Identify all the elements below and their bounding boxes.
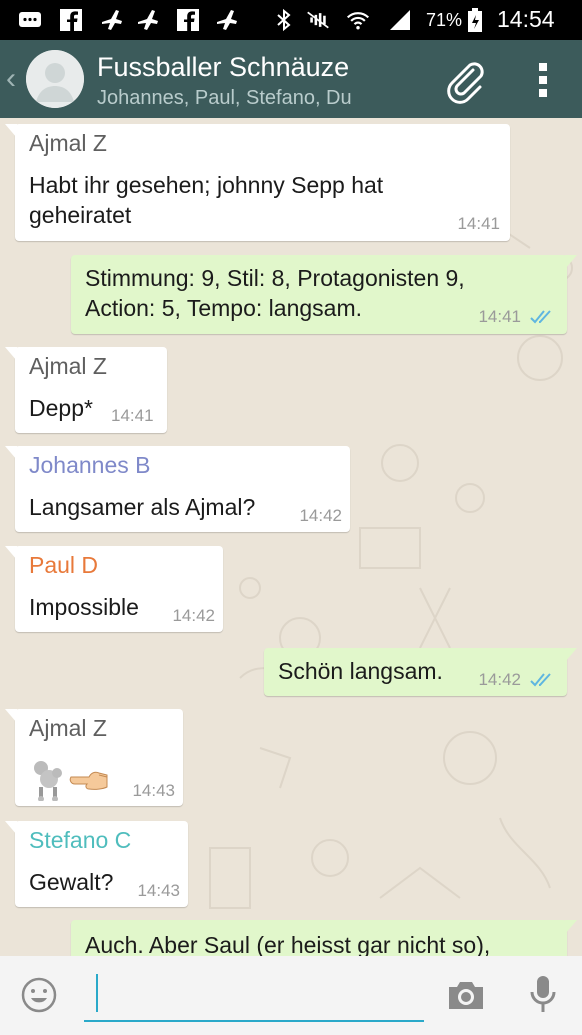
sender-name: Stefano C	[29, 827, 132, 853]
battery-percent: 71%	[426, 10, 463, 30]
message-bubble-incoming[interactable]: Ajmal Z Depp* 14:41	[5, 347, 167, 433]
facebook-icon	[60, 9, 82, 31]
chat-participants[interactable]: Johannes, Paul, Stefano, Du	[97, 87, 352, 110]
clock: 14:54	[497, 6, 555, 32]
overflow-menu-icon[interactable]	[528, 60, 558, 100]
message-text-line: geheiratet	[29, 202, 132, 228]
message-text-line: Gewalt?	[29, 869, 114, 895]
chat-header: ‹ Fussballer Schnäuze Johannes, Paul, St…	[0, 40, 582, 118]
messages-icon	[19, 12, 41, 27]
flight-icon	[102, 10, 122, 30]
message-text-line: Impossible	[29, 594, 139, 620]
message-timestamp: 14:43	[132, 781, 175, 800]
compose-bar	[0, 956, 582, 1035]
person-placeholder-icon	[26, 50, 84, 108]
sender-name: Ajmal Z	[29, 715, 107, 741]
status-bar: 71% 14:54	[0, 0, 582, 40]
message-timestamp: 14:41	[111, 406, 154, 425]
wifi-icon	[346, 12, 370, 30]
message-text-line: Depp*	[29, 395, 93, 421]
sender-name: Paul D	[29, 552, 99, 578]
message-text-line: Stimmung: 9, Stil: 8, Protagonisten 9,	[85, 265, 465, 291]
message-text-line: Auch. Aber Saul (er heisst gar nicht so)…	[85, 932, 491, 956]
flight-icon	[138, 10, 158, 30]
message-text-line: Action: 5, Tempo: langsam.	[85, 295, 362, 321]
mute-icon	[307, 11, 329, 29]
message-timestamp: 14:41	[457, 214, 500, 233]
poodle-emoji	[34, 761, 62, 801]
emoji-icon[interactable]	[20, 976, 58, 1014]
message-text-line: Schön langsam.	[278, 658, 443, 684]
message-bubble-incoming[interactable]: Paul D Impossible 14:42	[5, 546, 223, 632]
message-timestamp: 14:42	[478, 670, 521, 689]
message-timestamp: 14:42	[299, 506, 342, 525]
sender-name: Johannes B	[29, 452, 151, 478]
sender-name: Ajmal Z	[29, 130, 107, 156]
text-cursor	[96, 974, 98, 1012]
sender-name: Ajmal Z	[29, 353, 107, 379]
message-bubble-outgoing[interactable]: Schön langsam. 14:42	[264, 648, 577, 696]
message-bubble-incoming[interactable]: Stefano C Gewalt? 14:43	[5, 821, 188, 907]
message-timestamp: 14:42	[172, 606, 215, 625]
message-timestamp: 14:43	[137, 881, 180, 900]
message-input[interactable]	[84, 966, 424, 1022]
paperclip-icon[interactable]	[440, 56, 488, 104]
message-bubble-incoming[interactable]: Ajmal Z Habt ihr gesehen; johnny Sepp ha…	[5, 124, 510, 241]
facebook-icon	[177, 9, 199, 31]
pointing-left-hand-emoji	[69, 771, 108, 790]
back-chevron-icon[interactable]: ‹	[6, 62, 16, 96]
signal-icon	[390, 10, 410, 30]
group-avatar[interactable]	[26, 50, 84, 108]
read-ticks-icon	[530, 310, 551, 324]
chat-history[interactable]: Ajmal Z Habt ihr gesehen; johnny Sepp ha…	[0, 118, 582, 956]
microphone-icon[interactable]	[528, 974, 558, 1016]
message-text-line: Langsamer als Ajmal?	[29, 494, 256, 520]
message-bubble-outgoing[interactable]: Auch. Aber Saul (er heisst gar nicht so)…	[71, 920, 577, 956]
flight-icon	[217, 10, 237, 30]
bluetooth-icon	[277, 8, 291, 32]
chat-title[interactable]: Fussballer Schnäuze	[97, 52, 349, 83]
camera-icon[interactable]	[446, 978, 486, 1012]
message-bubble-incoming[interactable]: Johannes B Langsamer als Ajmal? 14:42	[5, 446, 350, 532]
message-bubble-outgoing[interactable]: Stimmung: 9, Stil: 8, Protagonisten 9, A…	[71, 255, 577, 334]
battery-icon	[468, 8, 482, 32]
message-text-line: Habt ihr gesehen; johnny Sepp hat	[29, 172, 384, 198]
message-bubble-incoming[interactable]: Ajmal Z 14:43	[5, 709, 183, 806]
read-ticks-icon	[530, 673, 551, 687]
message-timestamp: 14:41	[478, 307, 521, 326]
